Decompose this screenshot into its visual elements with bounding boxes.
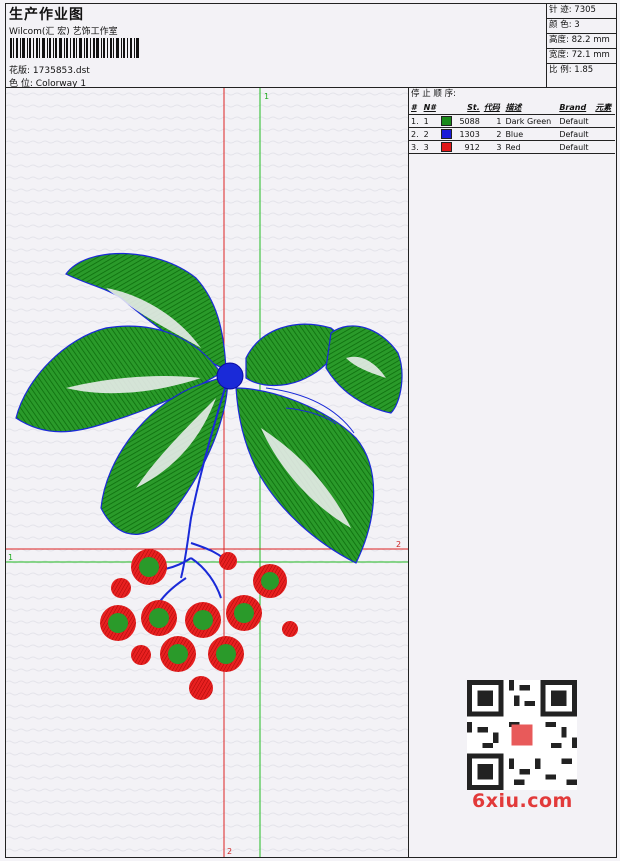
col-brand: Brand (559, 103, 587, 112)
table-row[interactable]: 3. 3 912 3 Red Default (409, 140, 615, 154)
design-label: 花版: (9, 66, 31, 76)
stop-sequence-table: # N# St. 代码 描述 Brand 元素 1. 1 5088 1 Dark… (409, 101, 615, 154)
design-canvas[interactable]: 1 1 2 2 (6, 88, 409, 857)
col-code: 代码 (483, 103, 500, 112)
embroidery-preview: 1 1 2 2 (6, 88, 408, 857)
table-header: # N# St. 代码 描述 Brand 元素 (409, 101, 615, 115)
header-info: 生产作业图 Wilcom(汇 宏) 艺饰工作室 花版: 1735853.dst … (6, 4, 547, 89)
flower-center (216, 362, 244, 390)
page-title: 生产作业图 (9, 7, 84, 23)
guide-label-v1: 1 (264, 92, 269, 101)
qr-code (467, 680, 577, 790)
guide-label-h1: 1 (8, 553, 13, 562)
guide-label-v2: 2 (227, 847, 232, 856)
company-name: Wilcom(汇 宏) 艺饰工作室 (9, 27, 118, 37)
watermark-text: 6xiu.com (472, 790, 573, 812)
stat-scale: 比 例: 1.85 (549, 65, 594, 75)
table-row[interactable]: 2. 2 1303 2 Blue Default (409, 127, 615, 141)
stat-colors: 颜 色: 3 (547, 19, 616, 34)
stat-height: 高度: 82.2 mm (547, 34, 616, 49)
col-element: 元素 (595, 103, 612, 112)
design-file: 1735853.dst (32, 66, 90, 76)
table-row[interactable]: 1. 1 5088 1 Dark Green Default (409, 114, 615, 128)
col-n: N# (423, 103, 436, 112)
color-swatch-red (441, 142, 453, 152)
stat-width: 宽度: 72.1 mm (547, 49, 616, 64)
color-swatch-dark-green (441, 116, 453, 126)
col-index: # (411, 103, 417, 112)
col-stitches: St. (467, 103, 480, 112)
barcode (10, 38, 139, 58)
col-desc: 描述 (505, 103, 522, 112)
color-swatch-blue (441, 129, 453, 139)
design-file-line: 花版: 1735853.dst (9, 63, 90, 76)
stat-stitches: 针 迹: 7305 (547, 4, 616, 19)
guide-label-h2: 2 (396, 540, 401, 549)
stop-sequence-title: 停 止 顺 序: (411, 89, 456, 99)
design-stats: 针 迹: 7305 颜 色: 3 高度: 82.2 mm 宽度: 72.1 mm… (547, 4, 616, 88)
